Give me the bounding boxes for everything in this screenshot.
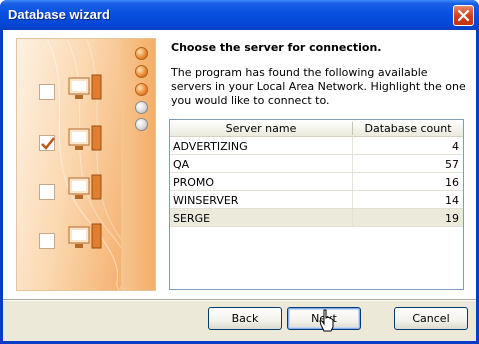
step-checkbox-4 (39, 233, 55, 249)
grid-line (170, 226, 463, 227)
step-indicator-5 (135, 118, 148, 131)
list-header: Server name Database count (170, 120, 463, 137)
step-checkbox-2 (39, 135, 55, 151)
step-description: The program has found the following avai… (171, 66, 466, 107)
step-checkbox-3 (39, 184, 55, 200)
content-panel: Choose the server for connection. The pr… (3, 30, 476, 299)
computer-icon (68, 174, 102, 200)
column-header-server-name[interactable]: Server name (170, 122, 352, 135)
database-count-cell: 19 (445, 212, 459, 225)
table-row[interactable]: WINSERVER 14 (170, 191, 463, 209)
table-row[interactable]: ADVERTIZING 4 (170, 137, 463, 155)
server-list[interactable]: Server name Database count ADVERTIZING 4… (169, 119, 464, 290)
wizard-side-illustration (16, 38, 156, 291)
computer-icon (68, 125, 102, 151)
close-icon (457, 9, 470, 22)
client-area: Choose the server for connection. The pr… (3, 30, 476, 341)
server-name-cell: ADVERTIZING (173, 140, 248, 153)
database-count-cell: 4 (452, 140, 459, 153)
back-button[interactable]: Back (208, 307, 282, 330)
database-count-cell: 57 (445, 158, 459, 171)
step-checkbox-1 (39, 84, 55, 100)
table-row[interactable]: QA 57 (170, 155, 463, 173)
wizard-window: Database wizard Choose the server for co… (0, 0, 479, 344)
step-indicator-3 (135, 83, 148, 96)
server-name-cell: WINSERVER (173, 194, 239, 207)
checkmark-icon (41, 137, 55, 150)
grid-line (170, 208, 463, 209)
grid-line (352, 137, 353, 227)
server-name-cell: QA (173, 158, 190, 171)
button-separator (3, 299, 476, 301)
hand-cursor-icon (319, 309, 334, 332)
database-count-cell: 16 (445, 176, 459, 189)
server-name-cell: PROMO (173, 176, 215, 189)
grid-line (170, 190, 463, 191)
computer-icon (68, 74, 102, 100)
step-indicator-2 (135, 65, 148, 78)
grid-line (170, 172, 463, 173)
close-button[interactable] (453, 5, 474, 26)
grid-line (170, 154, 463, 155)
step-indicator-1 (135, 47, 148, 60)
step-heading: Choose the server for connection. (171, 41, 382, 54)
database-count-cell: 14 (445, 194, 459, 207)
column-header-database-count[interactable]: Database count (353, 122, 463, 135)
computer-icon (68, 223, 102, 249)
server-name-cell: SERGE (173, 212, 211, 225)
title-bar[interactable]: Database wizard (0, 0, 479, 30)
step-indicator-4 (135, 101, 148, 114)
table-row-selected[interactable]: SERGE 19 (170, 209, 463, 227)
window-title: Database wizard (8, 7, 110, 22)
cancel-button[interactable]: Cancel (394, 307, 468, 330)
table-row[interactable]: PROMO 16 (170, 173, 463, 191)
